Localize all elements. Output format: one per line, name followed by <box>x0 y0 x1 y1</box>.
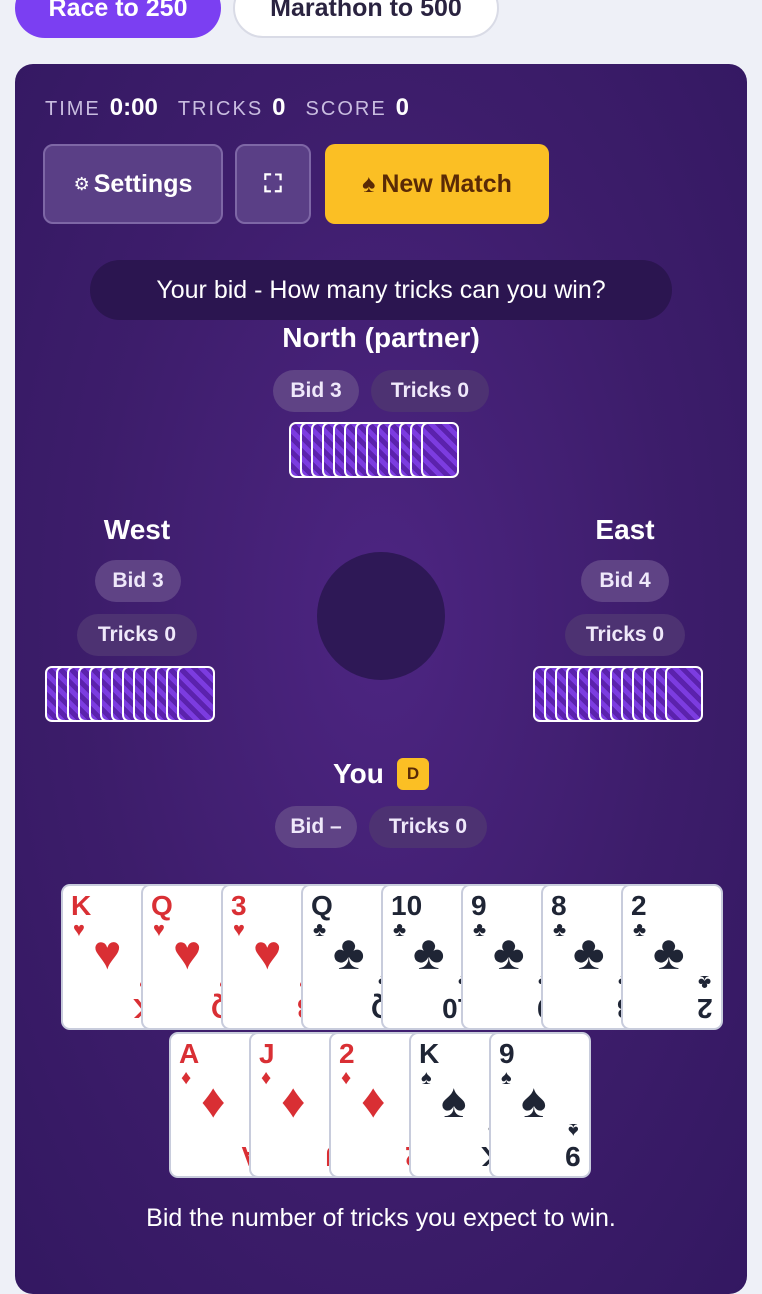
north-tricks-badge: Tricks 0 <box>371 370 489 412</box>
west-tricks-badge: Tricks 0 <box>77 614 197 656</box>
east-card-stack <box>533 666 717 722</box>
east-tricks-badge: Tricks 0 <box>565 614 685 656</box>
card-rank: J <box>259 1038 275 1069</box>
you-name: You <box>333 758 384 789</box>
you-bid-badge: Bid – <box>275 806 357 848</box>
status-message: Bid the number of tricks you expect to w… <box>146 1204 616 1232</box>
suit-icon: ♥ <box>173 927 202 980</box>
suit-icon: ♣ <box>633 919 647 941</box>
suit-icon: ♥ <box>153 919 165 941</box>
north-name: North (partner) <box>282 322 480 353</box>
east-bid-badge: Bid 4 <box>581 560 669 602</box>
card-rank: 2 <box>631 890 647 921</box>
suit-icon: ♠ <box>568 1119 579 1141</box>
card-back <box>665 666 703 722</box>
suit-icon: ♦ <box>261 1067 272 1089</box>
card-rank: 2 <box>339 1038 355 1069</box>
you-tricks-badge: Tricks 0 <box>369 806 487 848</box>
suit-icon: ♣ <box>473 919 487 941</box>
suit-icon: ♥ <box>253 927 282 980</box>
card-rank: 2 <box>697 993 713 1024</box>
new-match-button[interactable]: ♠ New Match <box>325 144 549 224</box>
west-card-stack <box>45 666 229 722</box>
suit-icon: ♦ <box>201 1075 226 1128</box>
west-bid-badge: Bid 3 <box>95 560 181 602</box>
suit-icon: ♠ <box>421 1067 432 1089</box>
suit-icon: ♣ <box>493 927 525 980</box>
marathon-to-500-button[interactable]: Marathon to 500 <box>233 0 499 38</box>
east-name: East <box>595 514 655 545</box>
card-rank: K <box>419 1038 440 1069</box>
card-rank: Q <box>151 890 173 921</box>
hand-card[interactable]: 9 ♠ ♠ ♠ 9 <box>489 1032 591 1178</box>
suit-icon: ♣ <box>573 927 605 980</box>
bid-prompt: Your bid - How many tricks can you win? <box>90 260 672 320</box>
suit-icon: ♣ <box>333 927 365 980</box>
fullscreen-icon: ⛶ <box>264 169 282 198</box>
dealer-badge: D <box>397 758 429 790</box>
spade-icon: ♠ <box>362 169 376 198</box>
score-value: 0 <box>395 94 410 121</box>
suit-icon: ♦ <box>181 1067 192 1089</box>
game-panel: TIME 0:00 TRICKS 0 SCORE 0 ⚙ Settings ⛶ … <box>15 64 747 1294</box>
suit-icon: ♣ <box>697 971 711 993</box>
time-label: TIME <box>45 98 101 120</box>
card-rank: 9 <box>565 1141 581 1172</box>
tricks-label: TRICKS <box>177 98 264 120</box>
suit-icon: ♣ <box>653 927 685 980</box>
suit-icon: ♣ <box>553 919 567 941</box>
fullscreen-button[interactable]: ⛶ <box>235 144 311 224</box>
suit-icon: ♠ <box>501 1067 512 1089</box>
suit-icon: ♥ <box>73 919 85 941</box>
card-rank: K <box>71 890 92 921</box>
settings-label: Settings <box>93 169 193 198</box>
suit-icon: ♦ <box>341 1067 352 1089</box>
suit-icon: ♣ <box>393 919 407 941</box>
trick-area <box>317 552 445 680</box>
card-rank: 8 <box>551 890 567 921</box>
time-value: 0:00 <box>109 94 158 121</box>
suit-icon: ♠ <box>441 1075 467 1128</box>
card-rank: 3 <box>231 890 247 921</box>
north-bid-badge: Bid 3 <box>273 370 359 412</box>
card-rank: 9 <box>499 1038 515 1069</box>
score-label: SCORE <box>305 98 387 120</box>
suit-icon: ♦ <box>361 1075 386 1128</box>
settings-button[interactable]: ⚙ Settings <box>43 144 223 224</box>
card-rank: Q <box>311 890 333 921</box>
new-match-label: New Match <box>381 169 512 198</box>
gear-icon: ⚙ <box>73 173 90 194</box>
race-to-250-button[interactable]: Race to 250 <box>15 0 221 38</box>
card-rank: A <box>179 1038 200 1069</box>
tricks-value: 0 <box>272 94 286 121</box>
card-back <box>421 422 459 478</box>
suit-icon: ♣ <box>313 919 327 941</box>
north-card-stack <box>289 422 473 478</box>
suit-icon: ♦ <box>281 1075 306 1128</box>
suit-icon: ♠ <box>521 1075 547 1128</box>
suit-icon: ♣ <box>413 927 445 980</box>
west-name: West <box>103 514 171 545</box>
card-rank: 10 <box>391 890 423 921</box>
card-back <box>177 666 215 722</box>
suit-icon: ♥ <box>233 919 245 941</box>
suit-icon: ♥ <box>93 927 122 980</box>
hand-card[interactable]: 2 ♣ ♣ ♣ 2 <box>621 884 723 1030</box>
stats-bar: TIME 0:00 TRICKS 0 SCORE 0 <box>45 94 429 122</box>
card-rank: 9 <box>471 890 487 921</box>
